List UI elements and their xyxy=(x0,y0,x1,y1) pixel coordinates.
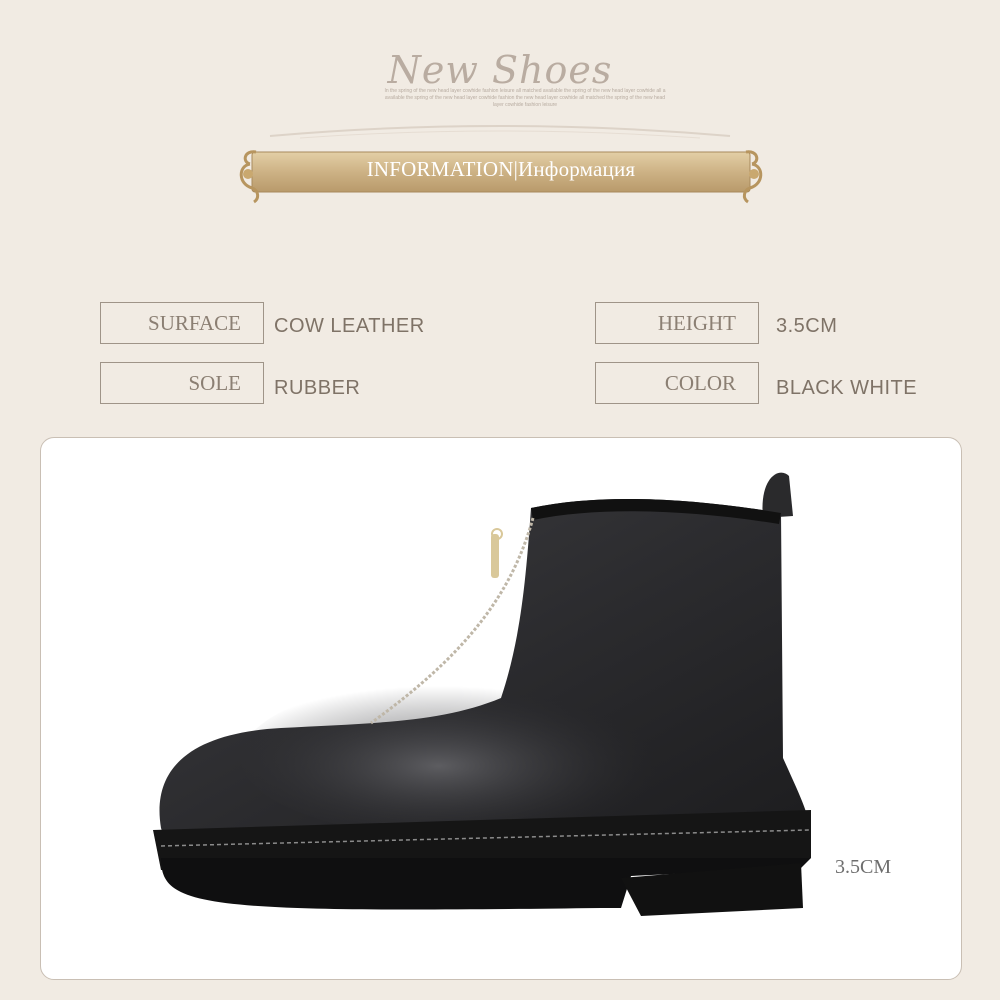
sole-label: SOLE xyxy=(100,362,264,404)
brand-title: New Shoes xyxy=(387,48,613,92)
color-label: COLOR xyxy=(595,362,759,404)
brand-tagline: In the spring of the new head layer cowh… xyxy=(384,88,666,108)
heel-height-caption: 3.5CM xyxy=(835,856,892,878)
ankle-boot-image xyxy=(153,472,811,916)
surface-value: COW LEATHER xyxy=(274,315,425,337)
surface-label: SURFACE xyxy=(100,302,264,344)
information-banner: INFORMATION|Информация xyxy=(236,144,766,206)
brand-header: New Shoes In the spring of the new head … xyxy=(0,40,1000,140)
height-label: HEIGHT xyxy=(595,302,759,344)
height-value: 3.5CM xyxy=(776,315,838,337)
product-photo-card: 3.5CM xyxy=(40,437,962,980)
decorative-swoosh-icon xyxy=(269,125,731,139)
sole-value: RUBBER xyxy=(274,377,361,399)
color-value: BLACK WHITE xyxy=(776,377,918,399)
banner-title: INFORMATION|Информация xyxy=(366,157,636,181)
